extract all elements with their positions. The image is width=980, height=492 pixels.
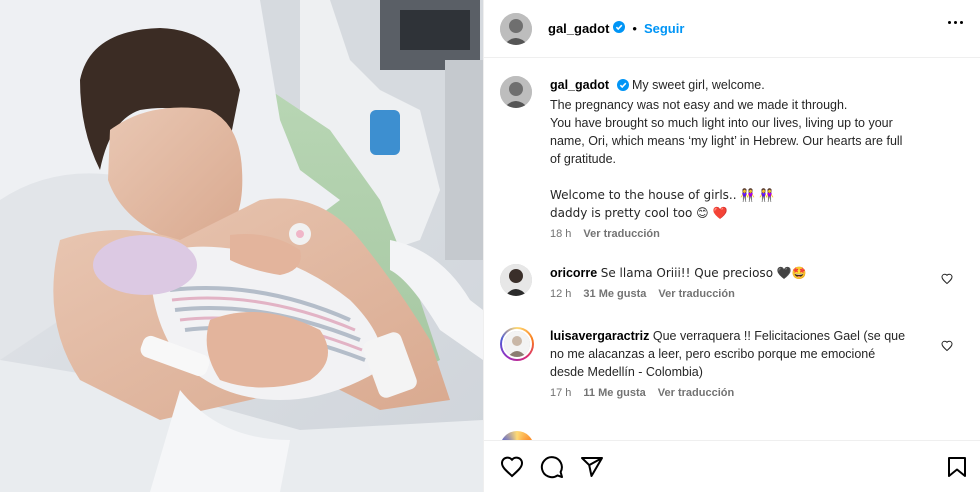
comment: luisavergaractriz Que verraquera !! Feli…: [500, 327, 965, 399]
caption-line: The pregnancy was not easy and we made i…: [550, 98, 848, 112]
comment: oricorre Se llama Oriii!! Que precioso 🖤…: [500, 264, 965, 300]
comment-body: Se llama Oriii!! Que precioso 🖤🤩: [600, 266, 807, 280]
caption-line: My sweet girl, welcome.: [632, 78, 765, 92]
caption-username[interactable]: gal_gadot: [550, 78, 609, 92]
comment-meta: 17 h 11 Me gusta Ver traducción: [550, 387, 938, 399]
comment-like-heart-icon[interactable]: [941, 340, 953, 355]
author-username[interactable]: gal_gadot: [548, 21, 609, 36]
author-avatar[interactable]: [500, 76, 532, 108]
caption-text: gal_gadot My sweet girl, welcome. The pr…: [550, 76, 938, 222]
instagram-post-modal: gal_gadot • Seguir gal_gadot My sweet gi…: [0, 0, 980, 492]
follow-button[interactable]: Seguir: [644, 21, 684, 36]
comment-username[interactable]: luisavergaractriz: [550, 329, 649, 343]
post-actions-bar: [484, 440, 980, 492]
caption-line: daddy is pretty cool too 😊 ❤️: [550, 206, 728, 220]
comment-text: luisavergaractriz Que verraquera !! Feli…: [550, 327, 938, 381]
share-icon[interactable]: [580, 455, 604, 482]
comment-meta: 12 h 31 Me gusta Ver traducción: [550, 288, 938, 300]
comments-scroll-area[interactable]: gal_gadot My sweet girl, welcome. The pr…: [484, 59, 980, 440]
commenter-story-ring[interactable]: [500, 327, 534, 361]
caption-line: Welcome to the house of girls.. 👭 👭: [550, 188, 775, 202]
separator-dot: •: [632, 21, 637, 36]
translate-link[interactable]: Ver traducción: [658, 387, 734, 399]
translate-link[interactable]: Ver traducción: [658, 288, 734, 300]
caption-time[interactable]: 18 h: [550, 228, 571, 240]
post-caption: gal_gadot My sweet girl, welcome. The pr…: [500, 76, 965, 240]
comment-icon[interactable]: [540, 455, 564, 482]
heart-icon[interactable]: [500, 455, 524, 482]
post-header: gal_gadot • Seguir: [484, 0, 980, 58]
comment-time[interactable]: 17 h: [550, 387, 571, 399]
caption-line: name, Ori, which means ‘my light’ in Heb…: [550, 134, 903, 148]
comment-time[interactable]: 12 h: [550, 288, 571, 300]
caption-line: You have brought so much light into our …: [550, 116, 893, 130]
next-comment-avatar-partial: [500, 431, 534, 440]
post-side-panel: gal_gadot • Seguir gal_gadot My sweet gi…: [483, 0, 980, 492]
commenter-avatar[interactable]: [502, 329, 532, 359]
comment-body-line: desde Medellín - Colombia): [550, 365, 703, 379]
author-avatar[interactable]: [500, 12, 532, 45]
commenter-avatar[interactable]: [500, 264, 532, 296]
comment-body-line: Que verraquera !! Felicitaciones Gael (s…: [652, 329, 906, 343]
commenter-story-ring: [500, 431, 534, 440]
comment-text: oricorre Se llama Oriii!! Que precioso 🖤…: [550, 264, 938, 282]
verified-badge-icon: [616, 78, 629, 96]
comment-body-line: no me alacanzas a leer, pero escribo por…: [550, 347, 876, 361]
comment-username[interactable]: oricorre: [550, 266, 597, 280]
more-options-icon[interactable]: [948, 21, 963, 24]
comment-likes[interactable]: 31 Me gusta: [583, 288, 646, 300]
caption-line: of gratitude.: [550, 152, 617, 166]
bookmark-icon[interactable]: [947, 456, 967, 481]
caption-meta: 18 h Ver traducción: [550, 228, 938, 240]
hospital-newborn-photo: [0, 0, 483, 492]
translate-link[interactable]: Ver traducción: [583, 228, 659, 240]
comment-likes[interactable]: 11 Me gusta: [583, 387, 645, 399]
verified-badge-icon: [613, 21, 626, 36]
post-photo: [0, 0, 483, 492]
comment-like-heart-icon[interactable]: [941, 273, 953, 288]
